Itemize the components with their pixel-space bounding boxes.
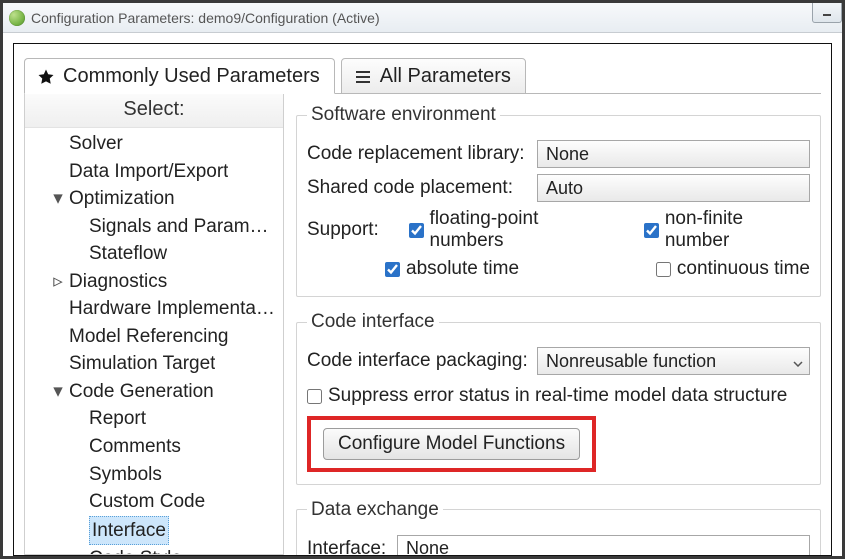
checkbox-label: non-finite number xyxy=(665,208,810,252)
tree-item-label: Comments xyxy=(89,433,181,461)
checkbox-label: floating-point numbers xyxy=(430,208,615,252)
tree-item-label: Custom Code xyxy=(89,488,205,516)
expand-open-icon[interactable]: ▾ xyxy=(51,378,65,406)
tree-item-label: Model Referencing xyxy=(69,323,228,351)
software-environment-group: Software environment Code replacement li… xyxy=(296,104,821,297)
shared-code-select[interactable]: Auto xyxy=(537,174,810,202)
window-title: Configuration Parameters: demo9/Configur… xyxy=(31,10,380,26)
client-area: Commonly Used Parameters All Parameters … xyxy=(3,33,842,556)
checkbox-label: Suppress error status in real-time model… xyxy=(328,385,787,407)
tab-all-parameters[interactable]: All Parameters xyxy=(341,58,526,94)
tree-item-label: Data Import/Export xyxy=(69,158,228,186)
tree-item-label: Interface xyxy=(89,516,169,546)
suppress-error-checkbox[interactable]: Suppress error status in real-time model… xyxy=(307,385,787,407)
tree-item[interactable]: Comments xyxy=(31,433,283,461)
checkbox-label: continuous time xyxy=(677,258,810,280)
tree-item-label: Solver xyxy=(69,130,123,158)
tree-item-label: Report xyxy=(89,405,146,433)
page-frame: Commonly Used Parameters All Parameters … xyxy=(13,43,832,556)
shared-code-label: Shared code placement: xyxy=(307,177,537,199)
tab-label: All Parameters xyxy=(380,65,511,88)
tree-item-label: Code Style xyxy=(89,545,182,555)
group-legend: Code interface xyxy=(307,311,439,333)
tree-item[interactable]: Simulation Target xyxy=(31,350,283,378)
interface-label: Interface: xyxy=(307,538,397,556)
code-interface-group: Code interface Code interface packaging:… xyxy=(296,311,821,485)
tree-item[interactable]: Data Import/Export xyxy=(31,158,283,186)
tree-item-label: Optimization xyxy=(69,185,175,213)
expand-closed-icon[interactable]: ▹ xyxy=(51,268,65,296)
tab-commonly-used[interactable]: Commonly Used Parameters xyxy=(24,58,335,94)
tree-item[interactable]: Hardware Implementa… xyxy=(31,295,283,323)
tree-item[interactable]: Code Style xyxy=(31,545,283,555)
tree-item-label: Simulation Target xyxy=(69,350,215,378)
select-value: Nonreusable function xyxy=(546,351,716,372)
tree-item[interactable]: Model Referencing xyxy=(31,323,283,351)
packaging-label: Code interface packaging: xyxy=(307,350,537,372)
tree-item-label: Symbols xyxy=(89,461,162,489)
tree-item[interactable]: ▾Code Generation xyxy=(31,378,283,406)
window-controls xyxy=(812,3,842,25)
checkbox-input[interactable] xyxy=(656,262,671,277)
tree-item-label: Diagnostics xyxy=(69,268,167,296)
checkbox-input[interactable] xyxy=(385,262,400,277)
checkbox-input[interactable] xyxy=(644,223,659,238)
titlebar: Configuration Parameters: demo9/Configur… xyxy=(3,3,842,33)
tree-item[interactable]: Stateflow xyxy=(31,240,283,268)
tree-item[interactable]: Report xyxy=(31,405,283,433)
tree-item[interactable]: Solver xyxy=(31,130,283,158)
nav-tree: SolverData Import/Export▾OptimizationSig… xyxy=(25,128,283,555)
main-panel: Software environment Code replacement li… xyxy=(284,94,821,555)
code-replacement-label: Code replacement library: xyxy=(307,143,537,165)
star-icon xyxy=(37,68,55,86)
tab-bar: Commonly Used Parameters All Parameters xyxy=(24,52,821,94)
minimize-button[interactable] xyxy=(812,3,842,23)
tree-item[interactable]: ▾Optimization xyxy=(31,185,283,213)
expand-open-icon[interactable]: ▾ xyxy=(51,185,65,213)
app-icon xyxy=(9,10,25,26)
support-absolute-time-checkbox[interactable]: absolute time xyxy=(385,258,519,280)
list-icon xyxy=(354,68,372,86)
highlight-callout: Configure Model Functions xyxy=(307,416,596,472)
configure-model-functions-button[interactable]: Configure Model Functions xyxy=(323,428,580,460)
sidebar-header: Select: xyxy=(25,94,283,128)
support-label: Support: xyxy=(307,219,379,241)
tree-item-label: Code Generation xyxy=(69,378,214,406)
tree-item[interactable]: Signals and Parame… xyxy=(31,213,283,241)
tree-item-label: Stateflow xyxy=(89,240,167,268)
tree-item[interactable]: Custom Code xyxy=(31,488,283,516)
select-value: None xyxy=(546,144,589,165)
select-value: None xyxy=(406,538,449,555)
support-nonfinite-checkbox[interactable]: non-finite number xyxy=(644,208,810,252)
code-replacement-select[interactable]: None xyxy=(537,140,810,168)
checkbox-input[interactable] xyxy=(307,389,322,404)
support-floating-point-checkbox[interactable]: floating-point numbers xyxy=(409,208,614,252)
sidebar: Select: SolverData Import/Export▾Optimiz… xyxy=(24,94,284,555)
interface-select[interactable]: None xyxy=(397,535,810,556)
tree-item-label: Hardware Implementa… xyxy=(69,295,275,323)
support-continuous-time-checkbox[interactable]: continuous time xyxy=(656,258,810,280)
tree-item[interactable]: ▹Diagnostics xyxy=(31,268,283,296)
tree-item[interactable]: Interface xyxy=(31,516,283,546)
group-legend: Software environment xyxy=(307,104,500,126)
tab-label: Commonly Used Parameters xyxy=(63,65,320,88)
checkbox-label: absolute time xyxy=(406,258,519,280)
packaging-select[interactable]: Nonreusable function xyxy=(537,347,810,375)
data-exchange-group: Data exchange Interface: None xyxy=(296,499,821,556)
chevron-down-icon xyxy=(793,351,803,372)
group-legend: Data exchange xyxy=(307,499,443,521)
tree-item-label: Signals and Parame… xyxy=(89,213,279,241)
tree-item[interactable]: Symbols xyxy=(31,461,283,489)
checkbox-input[interactable] xyxy=(409,223,424,238)
select-value: Auto xyxy=(546,178,583,199)
